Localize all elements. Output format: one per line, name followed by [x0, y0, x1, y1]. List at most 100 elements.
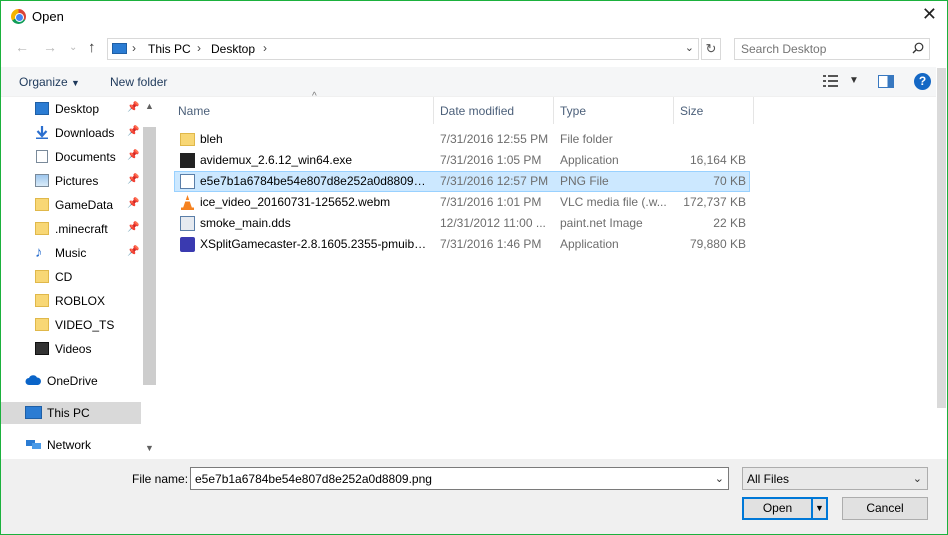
new-folder-button[interactable]: New folder [110, 75, 167, 89]
column-header-size[interactable]: Size [674, 97, 754, 124]
pin-icon[interactable]: 📌 [127, 246, 139, 257]
file-size: 16,164 KB [689, 153, 746, 167]
chevron-right-icon[interactable]: › [263, 41, 267, 55]
nav-item-onedrive[interactable]: OneDrive [1, 370, 141, 392]
file-row[interactable]: XSplitGamecaster-2.8.1605.2355-pmuibl...… [174, 234, 750, 255]
file-type-filter[interactable]: All Files ⌄ [742, 467, 928, 490]
refresh-icon: ↻ [705, 41, 717, 56]
nav-item-video-ts[interactable]: VIDEO_TS [1, 314, 141, 336]
chevron-down-icon[interactable]: ▼ [849, 75, 859, 86]
window-scrollbar[interactable] [936, 38, 947, 468]
nav-item-label: GameData [55, 198, 114, 212]
file-row[interactable]: smoke_main.dds 12/31/2012 11:00 ... pain… [174, 213, 750, 234]
organize-button[interactable]: Organize ▼ [19, 75, 80, 89]
chevron-right-icon[interactable]: › [197, 41, 201, 55]
folder-icon [35, 294, 49, 307]
nav-item-label: VIDEO_TS [55, 318, 115, 332]
nav-item-music[interactable]: ♪ Music 📌 [1, 242, 141, 264]
pin-icon[interactable]: 📌 [127, 102, 139, 113]
pin-icon[interactable]: 📌 [127, 222, 139, 233]
file-row[interactable]: bleh 7/31/2016 12:55 PM File folder [174, 129, 750, 150]
forward-arrow-icon[interactable]: → [43, 39, 57, 55]
nav-item-gamedata[interactable]: GameData 📌 [1, 194, 141, 216]
folder-icon [35, 222, 49, 235]
nav-item-label: Downloads [55, 126, 115, 140]
chevron-right-icon[interactable]: › [132, 41, 136, 55]
pin-icon[interactable]: 📌 [127, 150, 139, 161]
recent-locations-chevron-icon[interactable]: ⌄ [69, 42, 77, 53]
close-icon[interactable]: ✕ [922, 4, 937, 25]
file-name: ice_video_20160731-125652.webm [200, 195, 391, 209]
open-options-chevron-icon[interactable]: ▼ [812, 497, 828, 520]
file-name-field[interactable]: e5e7b1a6784be54e807d8e252a0d8809.png ⌄ [190, 467, 729, 490]
nav-item-pictures[interactable]: Pictures 📌 [1, 170, 141, 192]
gamepad-icon [180, 237, 195, 252]
nav-item-desktop[interactable]: Desktop 📌 [1, 98, 141, 120]
chevron-down-icon[interactable]: ⌄ [715, 472, 724, 485]
cancel-button[interactable]: Cancel [842, 497, 928, 520]
column-header-type[interactable]: Type [554, 97, 674, 124]
chevron-down-icon[interactable]: ⌄ [685, 41, 694, 54]
file-date: 7/31/2016 12:57 PM [440, 174, 549, 188]
search-box[interactable] [734, 38, 930, 60]
breadcrumb-desktop[interactable]: Desktop [211, 42, 255, 56]
file-name: bleh [200, 132, 223, 146]
scroll-down-icon[interactable]: ▼ [145, 443, 154, 453]
file-row[interactable]: avidemux_2.6.12_win64.exe 7/31/2016 1:05… [174, 150, 750, 171]
file-size: 172,737 KB [683, 195, 746, 209]
nav-item-label: CD [55, 270, 73, 284]
nav-item-minecraft[interactable]: .minecraft 📌 [1, 218, 141, 240]
nav-item-downloads[interactable]: Downloads 📌 [1, 122, 141, 144]
file-date: 7/31/2016 1:01 PM [440, 195, 542, 209]
folder-icon [35, 318, 49, 331]
column-header-name[interactable]: Name ^ [172, 91, 434, 124]
sort-ascending-icon: ^ [312, 91, 317, 102]
nav-item-label: Pictures [55, 174, 99, 188]
address-bar[interactable]: › This PC › Desktop › ⌄ [107, 38, 699, 60]
nav-item-cd[interactable]: CD [1, 266, 141, 288]
nav-item-network[interactable]: Network [1, 434, 141, 456]
column-header-date[interactable]: Date modified [434, 97, 554, 124]
pin-icon[interactable]: 📌 [127, 126, 139, 137]
nav-item-videos[interactable]: Videos [1, 338, 141, 360]
column-label: Name [178, 104, 211, 118]
preview-pane-icon[interactable] [878, 75, 894, 88]
file-type: VLC media file (.w... [560, 195, 667, 209]
file-size: 70 KB [713, 174, 746, 188]
pin-icon[interactable]: 📌 [127, 174, 139, 185]
document-icon [36, 150, 48, 163]
video-icon [35, 342, 49, 355]
organize-label: Organize [19, 75, 68, 89]
chevron-down-icon: ▼ [71, 78, 80, 88]
pin-icon[interactable]: 📌 [127, 198, 139, 209]
scroll-up-icon[interactable]: ▲ [145, 101, 154, 111]
nav-item-roblox[interactable]: ROBLOX [1, 290, 141, 312]
nav-scrollbar[interactable]: ▲ ▼ [142, 97, 158, 459]
file-date: 12/31/2012 11:00 ... [440, 216, 546, 230]
clapper-icon [180, 153, 195, 168]
nav-item-label: Desktop [55, 102, 100, 116]
search-input[interactable] [735, 39, 905, 59]
computer-icon [25, 406, 42, 419]
file-type: paint.net Image [560, 216, 643, 230]
back-arrow-icon[interactable]: ← [15, 39, 29, 55]
nav-item-documents[interactable]: Documents 📌 [1, 146, 141, 168]
file-row-selected[interactable]: e5e7b1a6784be54e807d8e252a0d8809.png 7/3… [174, 171, 750, 192]
file-row[interactable]: ice_video_20160731-125652.webm 7/31/2016… [174, 192, 750, 213]
file-type: Application [560, 237, 619, 251]
scrollbar-thumb[interactable] [937, 68, 946, 408]
breadcrumb-this-pc[interactable]: This PC [148, 42, 191, 56]
dialog-footer: File name: e5e7b1a6784be54e807d8e252a0d8… [1, 459, 947, 534]
open-button[interactable]: Open [742, 497, 813, 520]
help-icon[interactable]: ? [914, 73, 931, 90]
file-date: 7/31/2016 1:05 PM [440, 153, 542, 167]
view-options-icon[interactable] [823, 74, 839, 88]
file-type: Application [560, 153, 619, 167]
download-icon [36, 126, 48, 139]
window-title: Open [32, 9, 64, 24]
file-name-value: e5e7b1a6784be54e807d8e252a0d8809.png [195, 472, 432, 486]
refresh-button[interactable]: ↻ [701, 38, 721, 60]
up-arrow-icon[interactable]: ↑ [88, 39, 96, 56]
nav-item-this-pc[interactable]: This PC [1, 402, 141, 424]
scrollbar-thumb[interactable] [143, 127, 156, 385]
